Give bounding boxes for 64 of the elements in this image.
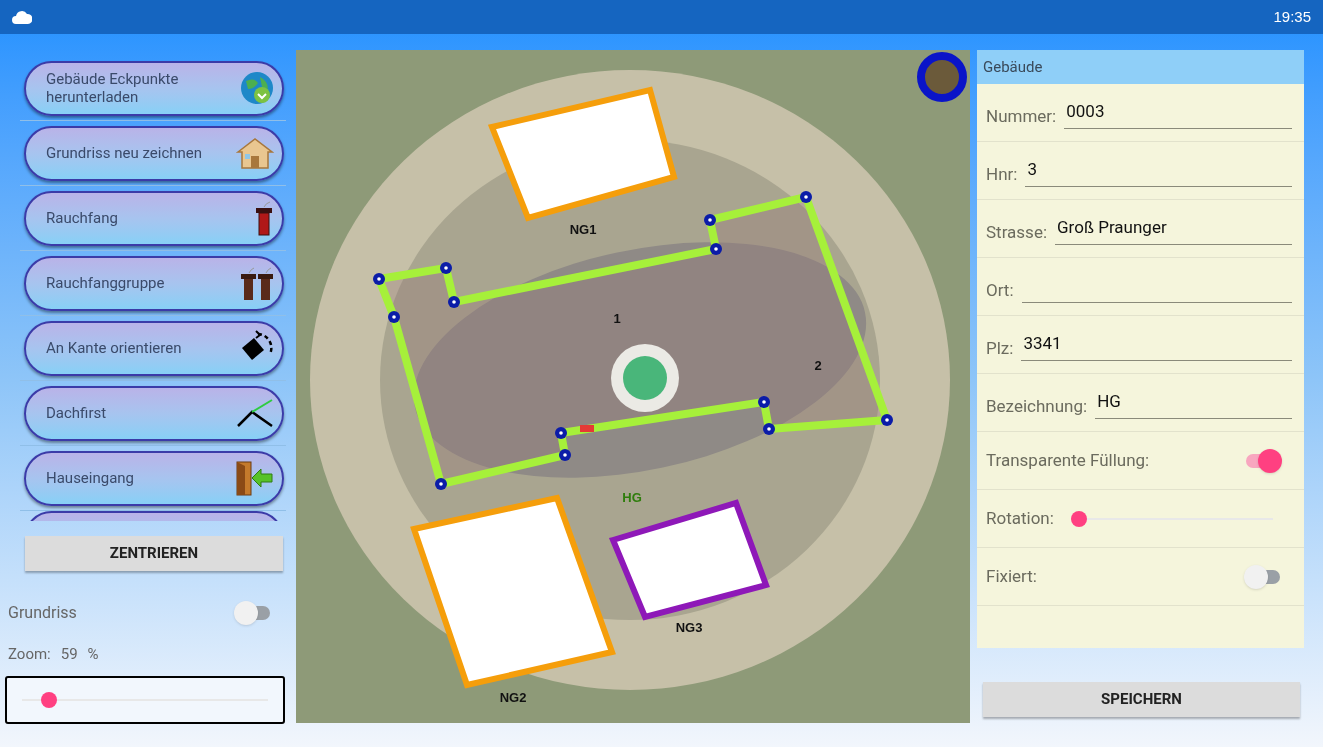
floor-plan-label: Grundriss: [8, 602, 77, 624]
chimney-icon: [254, 200, 274, 236]
slider-thumb[interactable]: [41, 691, 58, 708]
toggle-switch[interactable]: [1244, 564, 1282, 589]
map-label: 2: [814, 358, 822, 373]
tool-button[interactable]: An Kante orientieren: [24, 320, 284, 376]
field-label: Nummer:: [986, 104, 1057, 128]
house-icon: [236, 136, 274, 170]
vertex-handle[interactable]: [881, 414, 893, 426]
tool-button[interactable]: Rauchfanggruppe: [24, 255, 284, 311]
map-view[interactable]: NG1 NG2 NG3 HG 1 2: [296, 50, 970, 723]
field-label: Ort:: [986, 278, 1014, 302]
door-arrow-icon: [234, 460, 274, 496]
field-label: Fixiert:: [986, 564, 1037, 588]
map-label: HG: [622, 490, 642, 505]
field-label: Hnr:: [986, 162, 1018, 186]
zoom-value: 59: [60, 644, 78, 665]
zoom-label: Zoom:: [8, 644, 51, 665]
vertex-handle[interactable]: [440, 262, 452, 274]
center-handle[interactable]: [611, 344, 679, 412]
vertex-handle[interactable]: [388, 311, 400, 323]
vertex-handle[interactable]: [555, 427, 567, 439]
save-button[interactable]: SPEICHERN: [983, 682, 1300, 717]
tool-button[interactable]: Rauchfang: [24, 190, 284, 246]
text-field[interactable]: 0003: [1064, 99, 1292, 129]
roof-icon: [236, 398, 274, 428]
map-label: NG1: [569, 222, 597, 237]
tool-button[interactable]: Gebäude Eckpunkte herunterladen: [24, 60, 284, 116]
panel-title: Gebäude: [977, 50, 1304, 84]
field-label: Plz:: [986, 336, 1014, 360]
vertex-handle[interactable]: [800, 191, 812, 203]
text-field[interactable]: Groß Praunger: [1055, 215, 1292, 245]
vertex-handle[interactable]: [448, 296, 460, 308]
cloud-icon: [12, 10, 32, 24]
edge-marker: [580, 425, 594, 432]
field-label: Strasse:: [986, 220, 1047, 244]
zoom-unit: %: [87, 644, 99, 665]
compass-icon[interactable]: [917, 52, 967, 102]
field-label: Transparente Füllung:: [986, 448, 1150, 472]
text-field[interactable]: 3341: [1021, 331, 1292, 361]
vertex-handle[interactable]: [758, 396, 770, 408]
toggle-switch[interactable]: [234, 601, 272, 625]
vertex-handle[interactable]: [763, 423, 775, 435]
slider-thumb[interactable]: [1070, 510, 1087, 527]
vertex-handle[interactable]: [373, 273, 385, 285]
map-label: 1: [613, 311, 621, 326]
globe-icon: [240, 71, 274, 105]
tool-button[interactable]: Hauseingang: [24, 450, 284, 506]
tool-button[interactable]: Grundriss neu zeichnen: [24, 125, 284, 181]
map-label: NG3: [675, 620, 703, 635]
vertex-handle[interactable]: [435, 478, 447, 490]
vertex-handle[interactable]: [710, 243, 722, 255]
clock-time: 19:35: [1273, 6, 1311, 27]
tool-button[interactable]: Dachfirst: [24, 385, 284, 441]
vertex-handle[interactable]: [559, 449, 571, 461]
map-label: NG2: [499, 690, 527, 705]
field-label: Rotation:: [986, 506, 1054, 530]
text-field[interactable]: 3: [1025, 157, 1292, 187]
chimneys-icon: [240, 265, 274, 301]
text-field[interactable]: HG: [1095, 389, 1292, 419]
center-button[interactable]: ZENTRIEREN: [25, 536, 283, 571]
vertex-handle[interactable]: [704, 214, 716, 226]
toggle-switch[interactable]: [1244, 448, 1282, 473]
field-label: Bezeichnung:: [986, 394, 1088, 418]
